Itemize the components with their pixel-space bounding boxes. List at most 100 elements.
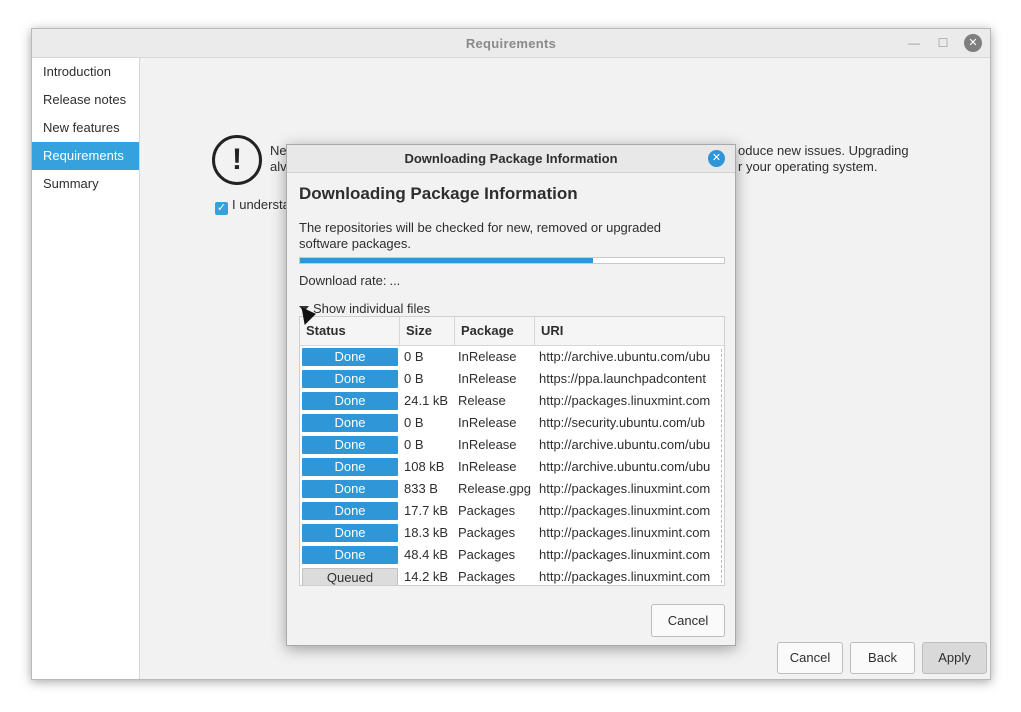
back-button[interactable]: Back (850, 642, 915, 674)
sidebar-item-new-features[interactable]: New features (32, 114, 139, 142)
uri-cell: http://archive.ubuntu.com/ubu (539, 459, 711, 474)
sidebar-item-release-notes[interactable]: Release notes (32, 86, 139, 114)
table-row[interactable]: Done 833 B Release.gpg http://packages.linu… (300, 478, 724, 500)
warning-right-line2: r your operating system. (738, 159, 878, 174)
package-cell: Packages (458, 525, 516, 540)
uri-cell: http://packages.linuxmint.com (539, 547, 711, 562)
download-rate-label: Download rate: (299, 273, 387, 288)
column-header-uri[interactable]: URI (535, 317, 724, 345)
package-cell: InRelease (458, 459, 517, 474)
package-cell: InRelease (458, 349, 517, 364)
status-badge: Done (302, 392, 398, 410)
table-row[interactable]: Done 17.7 kB Packages http://packages.linux… (300, 500, 724, 522)
table-row[interactable]: Done 0 B InRelease http://security.ubuntu.c… (300, 412, 724, 434)
status-cell: Done (302, 500, 398, 522)
table-row[interactable]: Done 108 kB InRelease http://archive.ubuntu… (300, 456, 724, 478)
show-files-label: Show individual files (313, 301, 431, 316)
status-cell: Done (302, 456, 398, 478)
status-badge: Done (302, 436, 398, 454)
size-cell: 0 B (404, 415, 424, 430)
size-cell: 0 B (404, 371, 424, 386)
progress-bar (299, 257, 725, 264)
status-badge: Done (302, 480, 398, 498)
status-cell: Done (302, 544, 398, 566)
uri-cell: http://packages.linuxmint.com (539, 393, 711, 408)
cancel-button[interactable]: Cancel (777, 642, 843, 674)
status-badge: Done (302, 502, 398, 520)
status-cell: Done (302, 390, 398, 412)
table-row[interactable]: Done 0 B InRelease http://archive.ubuntu.co… (300, 346, 724, 368)
status-badge: Queued (302, 568, 398, 585)
package-cell: Release.gpg (458, 481, 531, 496)
package-cell: InRelease (458, 437, 517, 452)
maximize-icon[interactable]: ☐ (934, 34, 952, 52)
table-row[interactable]: Done 18.3 kB Packages http://packages.linux… (300, 522, 724, 544)
status-badge: Done (302, 348, 398, 366)
size-cell: 18.3 kB (404, 525, 449, 540)
table-row[interactable]: Done 0 B InRelease http://archive.ubuntu.co… (300, 434, 724, 456)
size-cell: 0 B (404, 437, 424, 452)
dialog-title-bar: Downloading Package Information ✕ (287, 145, 735, 173)
package-cell: Packages (458, 547, 516, 562)
column-header-size[interactable]: Size (400, 317, 455, 345)
close-icon[interactable]: ✕ (964, 34, 982, 52)
sidebar-item-requirements[interactable]: Requirements (32, 142, 139, 170)
status-cell: Done (302, 412, 398, 434)
warning-left-line1: Ne (270, 143, 287, 158)
warning-icon: ! (212, 135, 262, 185)
status-badge: Done (302, 524, 398, 542)
table-row[interactable]: Done 0 B InRelease https://ppa.launchpadcon… (300, 368, 724, 390)
understand-label: I understa (232, 197, 290, 212)
download-rate-value: ... (389, 273, 401, 288)
table-row[interactable]: Done 48.4 kB Packages http://packages.linux… (300, 544, 724, 566)
uri-cell: https://ppa.launchpadcontent (539, 371, 706, 386)
status-cell: Done (302, 522, 398, 544)
status-cell: Done (302, 478, 398, 500)
table-body: Done 0 B InRelease http://archive.ubuntu.co… (300, 346, 724, 585)
minimize-icon[interactable]: — (905, 34, 923, 52)
uri-cell: http://packages.linuxmint.com (539, 503, 711, 518)
understand-checkbox[interactable]: ✓ I understa (215, 197, 290, 215)
size-cell: 24.1 kB (404, 393, 449, 408)
sidebar: Introduction Release notes New features … (32, 58, 140, 679)
window-title: Requirements (465, 36, 557, 51)
package-cell: InRelease (458, 371, 517, 386)
dialog-cancel-button[interactable]: Cancel (651, 604, 725, 637)
table-row[interactable]: Queued 14.2 kB Packages http://packages.lin… (300, 566, 724, 585)
status-badge: Done (302, 370, 398, 388)
apply-button[interactable]: Apply (922, 642, 987, 674)
dialog-description: The repositories will be checked for new… (299, 220, 662, 251)
warning-left-line2: alv (270, 159, 287, 174)
package-cell: Packages (458, 503, 516, 518)
size-cell: 108 kB (404, 459, 445, 474)
package-cell: Release (458, 393, 506, 408)
column-header-package[interactable]: Package (455, 317, 535, 345)
package-cell: InRelease (458, 415, 517, 430)
package-cell: Packages (458, 569, 516, 584)
dialog-title: Downloading Package Information (404, 151, 618, 166)
uri-cell: http://archive.ubuntu.com/ubu (539, 349, 711, 364)
sidebar-item-introduction[interactable]: Introduction (32, 58, 139, 86)
table-row[interactable]: Done 24.1 kB Release http://packages.linuxm… (300, 390, 724, 412)
checkbox-checked-icon[interactable]: ✓ (215, 202, 228, 215)
status-cell: Done (302, 434, 398, 456)
size-cell: 14.2 kB (404, 569, 449, 584)
dialog-close-icon[interactable]: ✕ (708, 150, 725, 167)
uri-cell: http://archive.ubuntu.com/ubu (539, 437, 711, 452)
table-header: Status Size Package URI (300, 317, 724, 346)
download-rate: Download rate:... (299, 273, 400, 288)
status-cell: Queued (302, 566, 398, 585)
sidebar-item-summary[interactable]: Summary (32, 170, 139, 198)
uri-cell: http://packages.linuxmint.com (539, 525, 711, 540)
uri-cell: http://packages.linuxmint.com (539, 481, 711, 496)
scrollbar-track[interactable] (721, 349, 722, 583)
uri-cell: http://security.ubuntu.com/ub (539, 415, 705, 430)
show-files-expander[interactable]: Show individual files (299, 301, 430, 316)
progress-fill (300, 258, 593, 263)
status-cell: Done (302, 368, 398, 390)
size-cell: 833 B (404, 481, 438, 496)
warning-right-line1: oduce new issues. Upgrading (738, 143, 909, 158)
status-badge: Done (302, 546, 398, 564)
warning-text-right: oduce new issues. Upgrading r your opera… (738, 143, 909, 175)
title-bar: Requirements — ☐ ✕ (32, 29, 990, 58)
